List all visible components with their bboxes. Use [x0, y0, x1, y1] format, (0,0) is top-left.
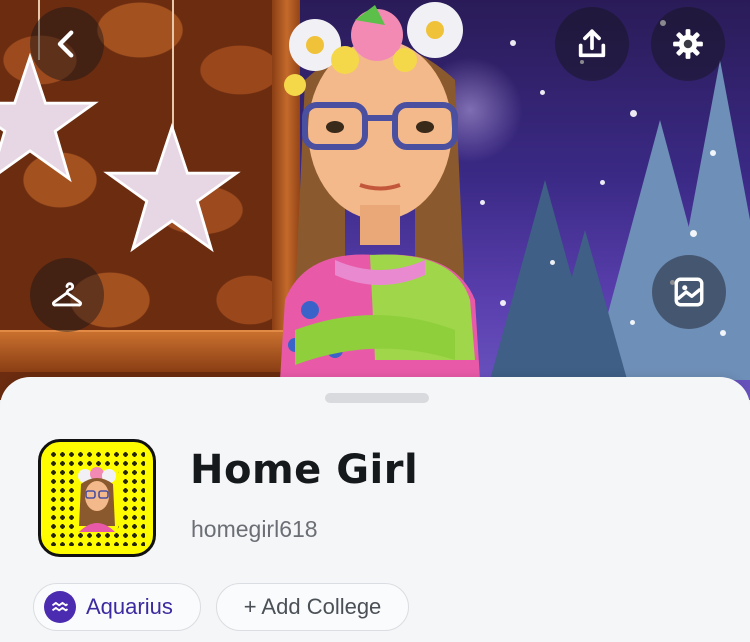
change-background-button[interactable] [652, 255, 726, 329]
add-college-label: + Add College [243, 594, 382, 619]
aquarius-icon [44, 591, 76, 623]
star-ornament [103, 122, 241, 253]
zodiac-chip[interactable]: Aquarius [33, 583, 201, 631]
username: homegirl618 [191, 516, 318, 542]
zodiac-label: Aquarius [86, 594, 173, 619]
gear-icon [673, 29, 703, 59]
change-outfit-button[interactable] [30, 258, 104, 332]
share-button[interactable] [555, 7, 629, 81]
image-icon [674, 277, 704, 307]
wood-beam [0, 330, 300, 372]
pine-tree [540, 230, 630, 390]
chevron-left-icon [57, 30, 74, 58]
profile-sheet: Home Girl homegirl618 Aquarius + Add Col… [0, 377, 750, 642]
snapcode-avatar [75, 466, 119, 532]
add-college-button[interactable]: + Add College [216, 583, 409, 631]
snapcode[interactable] [38, 439, 156, 557]
share-upload-icon [578, 29, 606, 58]
sheet-drag-handle[interactable] [325, 393, 429, 403]
pine-tree [660, 60, 750, 380]
bitmoji-avatar [280, 2, 480, 380]
display-name: Home Girl [190, 447, 419, 493]
back-button[interactable] [30, 7, 104, 81]
bitmoji-scene [0, 0, 750, 400]
hanger-icon [51, 282, 83, 307]
settings-button[interactable] [651, 7, 725, 81]
